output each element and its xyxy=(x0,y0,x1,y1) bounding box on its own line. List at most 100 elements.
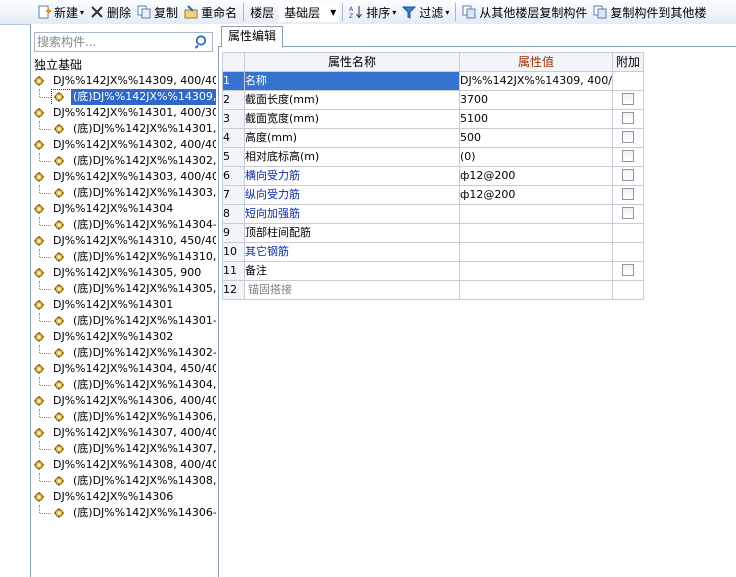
extra-cell xyxy=(612,242,644,262)
header-extra[interactable]: 附加 xyxy=(612,52,644,72)
tree-item[interactable]: DJ%%142JX%%14304, 450/400 xyxy=(31,361,216,377)
extra-checkbox[interactable] xyxy=(622,207,634,219)
property-row[interactable]: 3 截面宽度(mm) 5100 xyxy=(222,109,644,129)
extra-checkbox[interactable] xyxy=(622,150,634,162)
extra-checkbox[interactable] xyxy=(622,112,634,124)
property-value[interactable]: 3700 xyxy=(459,90,613,110)
property-value[interactable]: ф12@200 xyxy=(459,185,613,205)
property-value[interactable] xyxy=(459,242,613,262)
delete-icon xyxy=(90,5,104,19)
floor-select[interactable]: 基础层 ▼ xyxy=(279,2,340,22)
tree-connector xyxy=(40,193,51,194)
header-name[interactable]: 属性名称 xyxy=(244,52,460,72)
tree-child-item[interactable]: (底)DJ%%142JX%%14304, 450/ xyxy=(31,377,216,393)
row-number: 9 xyxy=(222,223,245,243)
tree-item[interactable]: DJ%%142JX%%14301 xyxy=(31,297,216,313)
tree-item[interactable]: DJ%%142JX%%14306, 400/400 xyxy=(31,393,216,409)
tree-connector xyxy=(39,377,40,385)
tree-item[interactable]: DJ%%142JX%%14303, 400/400/40 xyxy=(31,169,216,185)
tree-item[interactable]: DJ%%142JX%%14304 xyxy=(31,201,216,217)
property-value[interactable] xyxy=(459,280,613,300)
property-row[interactable]: 12+锚固搭接 xyxy=(222,280,644,300)
tree-child-item[interactable]: (底)DJ%%142JX%%14308, 400/ xyxy=(31,473,216,489)
copy-from-floor-button[interactable]: 从其他楼层复制构件 xyxy=(459,1,590,23)
tree-child-label: (底)DJ%%142JX%%14304, 450/ xyxy=(73,378,216,391)
separator xyxy=(455,3,457,21)
property-value[interactable]: (0) xyxy=(459,147,613,167)
row-number: 10 xyxy=(222,242,245,262)
tree-connector xyxy=(40,225,51,226)
tree-item-label: DJ%%142JX%%14306, 400/400 xyxy=(53,394,216,407)
tree-connector xyxy=(40,161,51,162)
property-row[interactable]: 8 短向加强筋 xyxy=(222,204,644,224)
tree-child-label: (底)DJ%%142JX%%14306-1 xyxy=(73,506,216,519)
property-row[interactable]: 1 名称 DJ%%142JX%%14309, 400/ xyxy=(222,71,644,91)
tree-item[interactable]: DJ%%142JX%%14310, 450/400 xyxy=(31,233,216,249)
property-name: 名称 xyxy=(244,71,460,91)
extra-checkbox[interactable] xyxy=(622,169,634,181)
tree-child-item[interactable]: (底)DJ%%142JX%%14307, 400/ xyxy=(31,441,216,457)
tree-child-item[interactable]: (底)DJ%%142JX%%14304-1 xyxy=(31,217,216,233)
tree-child-item[interactable]: (底)DJ%%142JX%%14302-1 xyxy=(31,345,216,361)
extra-checkbox[interactable] xyxy=(622,264,634,276)
property-row[interactable]: 6 横向受力筋 ф12@200 xyxy=(222,166,644,186)
new-button[interactable]: 新建 ▾ xyxy=(34,1,87,23)
tree-item[interactable]: DJ%%142JX%%14308, 400/400 xyxy=(31,457,216,473)
tree-item[interactable]: DJ%%142JX%%14302 xyxy=(31,329,216,345)
property-row[interactable]: 10 其它钢筋 xyxy=(222,242,644,262)
property-row[interactable]: 11 备注 xyxy=(222,261,644,281)
tree-child-label: (底)DJ%%142JX%%14309, 400/ xyxy=(71,89,216,105)
tree-item-label: DJ%%142JX%%14304, 450/400 xyxy=(53,362,216,375)
tree-item[interactable]: DJ%%142JX%%14305, 900 xyxy=(31,265,216,281)
tree-child-item[interactable]: (底)DJ%%142JX%%14306, 400/ xyxy=(31,409,216,425)
tree-item[interactable]: DJ%%142JX%%14306 xyxy=(31,489,216,505)
tree-child-item[interactable]: (底)DJ%%142JX%%14310, 450/ xyxy=(31,249,216,265)
property-value[interactable]: ф12@200 xyxy=(459,166,613,186)
property-name: +锚固搭接 xyxy=(244,280,460,300)
tree-root-label[interactable]: 独立基础 xyxy=(31,57,216,73)
property-row[interactable]: 4 高度(mm) 500 xyxy=(222,128,644,148)
copy-button[interactable]: 复制 xyxy=(134,1,181,23)
property-row[interactable]: 5 相对底标高(m) (0) xyxy=(222,147,644,167)
property-row[interactable]: 2 截面长度(mm) 3700 xyxy=(222,90,644,110)
header-value[interactable]: 属性值 xyxy=(459,52,613,72)
property-value[interactable] xyxy=(459,261,613,281)
row-number: 7 xyxy=(222,185,245,205)
tree-child-label: (底)DJ%%142JX%%14306, 400/ xyxy=(73,410,216,423)
search-icon[interactable] xyxy=(194,34,210,50)
tree-child-item[interactable]: (底)DJ%%142JX%%14303, 400/ xyxy=(31,185,216,201)
tree-item-label: DJ%%142JX%%14302 xyxy=(53,330,174,343)
property-row[interactable]: 7 纵向受力筋 ф12@200 xyxy=(222,185,644,205)
rename-button[interactable]: 重命名 xyxy=(181,1,240,23)
tree-child-item[interactable]: (底)DJ%%142JX%%14302, 400/ xyxy=(31,153,216,169)
sort-icon: AZ xyxy=(349,5,363,20)
filter-button[interactable]: 过滤 ▾ xyxy=(399,1,452,23)
extra-checkbox[interactable] xyxy=(622,188,634,200)
tree-child-label: (底)DJ%%142JX%%14303, 400/ xyxy=(73,186,216,199)
tab-property-edit[interactable]: 属性编辑 xyxy=(221,26,284,48)
tree-child-item[interactable]: (底)DJ%%142JX%%14305, 900- xyxy=(31,281,216,297)
tree-child-item[interactable]: (底)DJ%%142JX%%14301, 400/ xyxy=(31,121,216,137)
tree-child-item[interactable]: (底)DJ%%142JX%%14301-1 xyxy=(31,313,216,329)
delete-button[interactable]: 删除 xyxy=(87,1,134,23)
extra-checkbox[interactable] xyxy=(622,93,634,105)
property-value[interactable] xyxy=(459,223,613,243)
sort-button[interactable]: AZ 排序 ▾ xyxy=(346,1,399,23)
property-value[interactable] xyxy=(459,204,613,224)
tree-item-label: DJ%%142JX%%14309, 400/400 xyxy=(53,74,216,87)
tree-item[interactable]: DJ%%142JX%%14302, 400/400 xyxy=(31,137,216,153)
copy-to-floor-button[interactable]: 复制构件到其他楼 xyxy=(590,1,709,23)
floor-label: 楼层 xyxy=(250,5,275,20)
tree-item[interactable]: DJ%%142JX%%14301, 400/300 xyxy=(31,105,216,121)
component-panel: 独立基础 DJ%%142JX%%14309, 400/400 (底)DJ%%142… xyxy=(30,24,219,577)
extra-checkbox[interactable] xyxy=(622,131,634,143)
property-value[interactable]: DJ%%142JX%%14309, 400/ xyxy=(459,71,613,91)
tree-item[interactable]: DJ%%142JX%%14307, 400/400 xyxy=(31,425,216,441)
tree-child-item-selected[interactable]: (底)DJ%%142JX%%14309, 400/ xyxy=(31,89,216,105)
property-row[interactable]: 9 顶部柱间配筋 xyxy=(222,223,644,243)
property-value[interactable]: 5100 xyxy=(459,109,613,129)
tree-item[interactable]: DJ%%142JX%%14309, 400/400 xyxy=(31,73,216,89)
property-value[interactable]: 500 xyxy=(459,128,613,148)
tree-child-item[interactable]: (底)DJ%%142JX%%14306-1 xyxy=(31,505,216,521)
search-input[interactable] xyxy=(35,33,192,51)
